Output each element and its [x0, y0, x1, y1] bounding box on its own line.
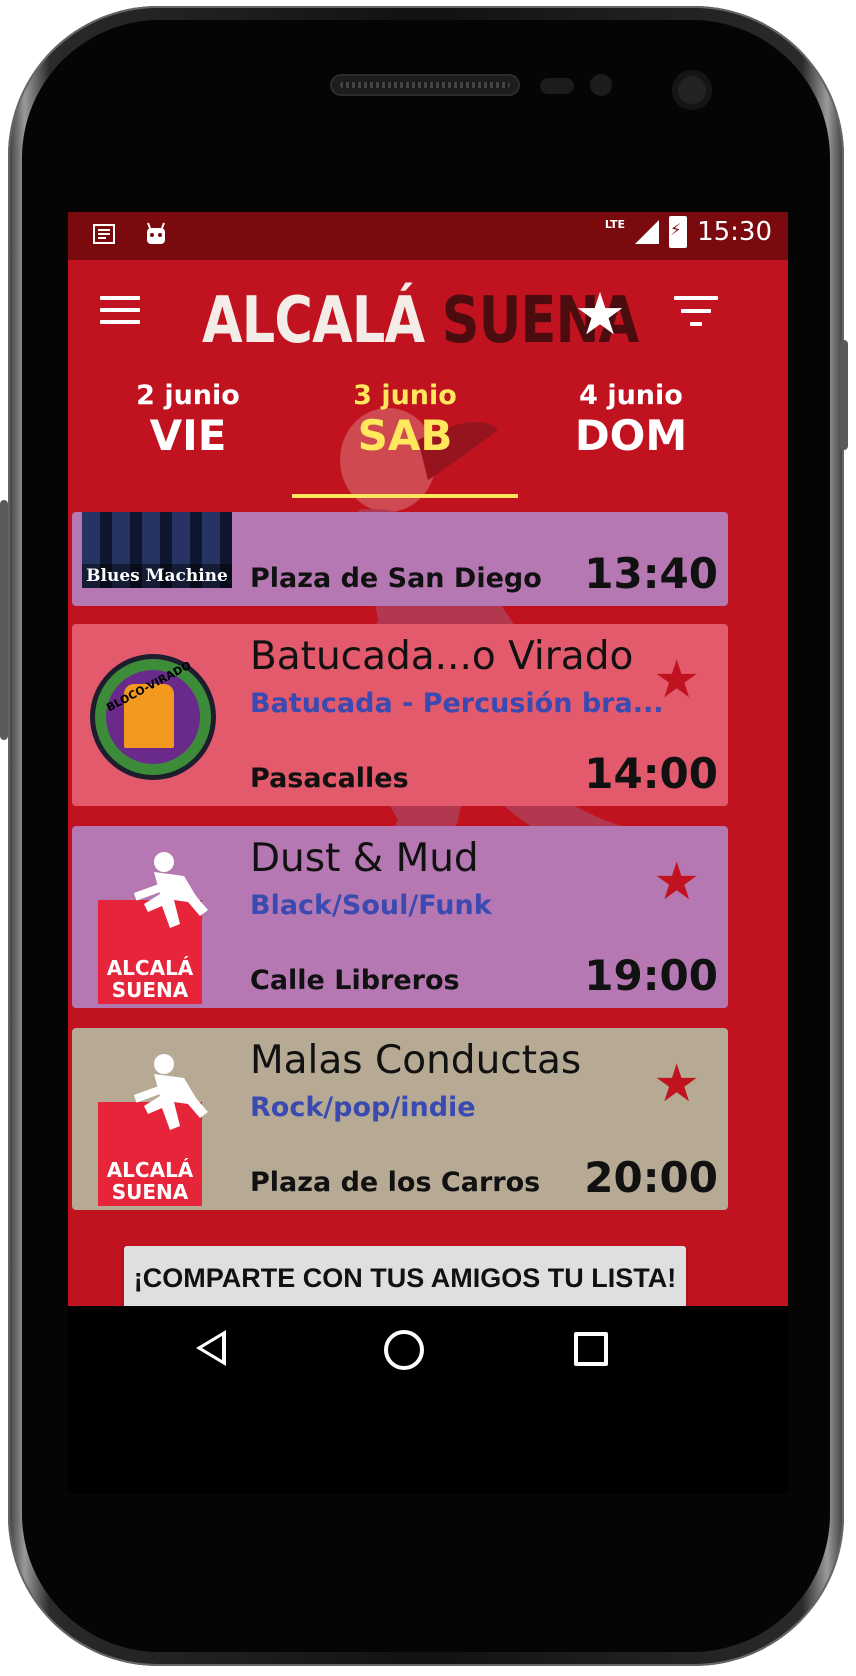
event-thumbnail: Blues Machine [82, 512, 232, 588]
light-sensor [590, 74, 612, 96]
recent-apps-icon[interactable] [574, 1332, 608, 1366]
event-time: 14:00 [584, 749, 718, 798]
navigation-bar [68, 1306, 788, 1396]
event-genre: Batucada - Percusión bra... [250, 688, 664, 719]
event-card[interactable]: ALCALÁ SUENA Malas Conductas Rock/pop/in… [72, 1028, 728, 1210]
share-list-button[interactable]: ¡COMPARTE CON TUS AMIGOS TU LISTA! [124, 1246, 686, 1310]
event-list[interactable]: Blues Machine Plaza de San Diego 13:40 B… [68, 512, 788, 1232]
signal-icon [635, 220, 660, 244]
app-logo: ALCALÁ SUENA [202, 284, 639, 358]
event-genre: Black/Soul/Funk [250, 890, 492, 921]
tab-day: SAB [357, 411, 453, 460]
tab-date: 3 junio [353, 380, 457, 411]
screen: LTE 15:30 ALCALÁ SUENA ★ [68, 212, 788, 1494]
jumping-guitarist-icon [134, 1054, 208, 1130]
back-icon[interactable] [196, 1330, 226, 1366]
thumbnail-label: ALCALÁ [106, 956, 194, 980]
event-title: Batucada...o Virado [250, 634, 634, 679]
event-venue: Plaza de los Carros [250, 1167, 541, 1198]
event-time: 13:40 [584, 549, 718, 598]
network-type: LTE [604, 217, 626, 231]
jumping-guitarist-icon [134, 852, 208, 928]
favorites-star-icon[interactable]: ★ [574, 280, 626, 348]
app-content: ALCALÁ SUENA ★ 2 junio VIE 3 junio SAB 4… [68, 260, 788, 1326]
notification-news-icon [93, 224, 115, 244]
home-icon[interactable] [384, 1330, 424, 1370]
event-thumbnail: ALCALÁ SUENA [98, 850, 208, 1004]
tab-friday[interactable]: 2 junio VIE [68, 380, 308, 460]
event-venue: Pasacalles [250, 763, 409, 794]
event-title: Malas Conductas [250, 1038, 582, 1083]
front-camera [672, 70, 712, 110]
power-button [840, 340, 848, 450]
app-toolbar: ALCALÁ SUENA ★ [68, 260, 788, 368]
thumbnail-label: SUENA [111, 1180, 189, 1204]
tab-date: 2 junio [136, 380, 240, 411]
favorite-star-icon[interactable]: ★ [653, 1054, 700, 1114]
day-tabs: 2 junio VIE 3 junio SAB 4 junio DOM [68, 380, 788, 510]
tab-day: VIE [149, 411, 227, 460]
favorite-star-icon[interactable]: ★ [653, 852, 700, 912]
event-thumbnail: ALCALÁ SUENA [98, 1052, 208, 1206]
event-title: Dust & Mud [250, 836, 479, 881]
earpiece-speaker [330, 74, 520, 96]
event-card[interactable]: ALCALÁ SUENA Dust & Mud Black/Soul/Funk … [72, 826, 728, 1008]
event-card[interactable]: Blues Machine Plaza de San Diego 13:40 [72, 512, 728, 606]
logo-text-alcala: ALCALÁ [202, 284, 425, 358]
tab-day: DOM [574, 411, 688, 460]
android-icon [147, 222, 165, 244]
event-venue: Plaza de San Diego [250, 563, 542, 594]
active-tab-indicator [292, 494, 518, 498]
event-card[interactable]: BLOCO-VIRADO Batucada...o Virado Batucad… [72, 624, 728, 806]
battery-charging-icon [669, 216, 688, 248]
event-venue: Calle Libreros [250, 965, 460, 996]
thumbnail-label: Blues Machine [82, 564, 232, 588]
filter-icon[interactable] [674, 296, 718, 330]
status-bar: LTE 15:30 [68, 212, 788, 260]
tab-date: 4 junio [579, 380, 683, 411]
event-thumbnail: BLOCO-VIRADO [90, 654, 216, 780]
favorite-star-icon[interactable]: ★ [653, 650, 700, 710]
event-time: 19:00 [584, 951, 718, 1000]
tab-sunday[interactable]: 4 junio DOM [518, 380, 744, 460]
status-time: 15:30 [697, 217, 772, 247]
event-genre: Rock/pop/indie [250, 1092, 476, 1123]
volume-button [0, 500, 8, 740]
thumbnail-label: SUENA [111, 978, 189, 1002]
tab-saturday[interactable]: 3 junio SAB [292, 380, 518, 460]
event-time: 20:00 [584, 1153, 718, 1202]
proximity-sensor [540, 78, 574, 94]
thumbnail-label: ALCALÁ [106, 1158, 194, 1182]
hamburger-menu-icon[interactable] [100, 296, 140, 330]
